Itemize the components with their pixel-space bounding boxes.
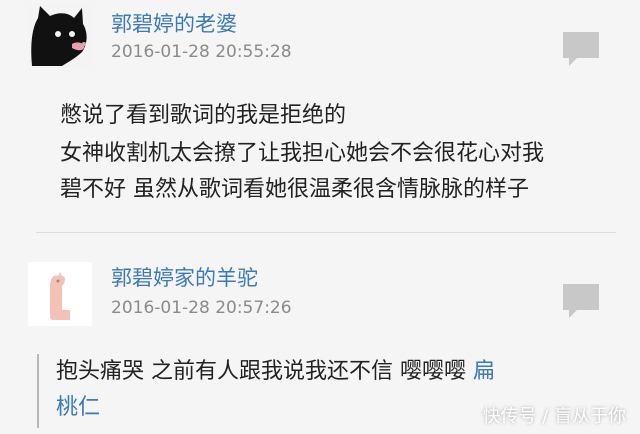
comment-line: 碧不好 虽然从歌词看她很温柔很含情脉脉的样子 (60, 177, 529, 202)
comment-1: 郭碧婷的老婆 2016-01-28 20:55:28 憋说了看到歌词的我是拒绝的… (0, 0, 640, 232)
timestamp: 2016-01-28 20:57:26 (111, 298, 292, 318)
black-cat-avatar-icon[interactable] (28, 4, 92, 68)
alpaca-avatar-icon[interactable] (28, 262, 92, 326)
mention-link[interactable]: 桃仁 (56, 392, 100, 424)
watermark: 快传号 / 盲从于你 (482, 406, 626, 427)
comment-line: 抱头痛哭 之前有人跟我说我还不信 嘤嘤嘤 扁 (56, 356, 495, 388)
mention-link[interactable]: 扁 (473, 359, 495, 384)
speech-bubble-icon[interactable] (561, 282, 601, 320)
comment-line: 女神收割机太会撩了让我担心她会不会很花心对我 (60, 141, 545, 166)
username[interactable]: 郭碧婷的老婆 (111, 8, 237, 38)
comment-line: 憋说了看到歌词的我是拒绝的 (60, 103, 347, 128)
speech-bubble-icon[interactable] (561, 30, 601, 68)
divider (36, 232, 616, 233)
quote-bar (37, 354, 39, 428)
timestamp: 2016-01-28 20:55:28 (111, 42, 292, 62)
comment-text: 抱头痛哭 之前有人跟我说我还不信 嘤嘤嘤 (56, 359, 473, 384)
username[interactable]: 郭碧婷家的羊驼 (111, 262, 258, 292)
